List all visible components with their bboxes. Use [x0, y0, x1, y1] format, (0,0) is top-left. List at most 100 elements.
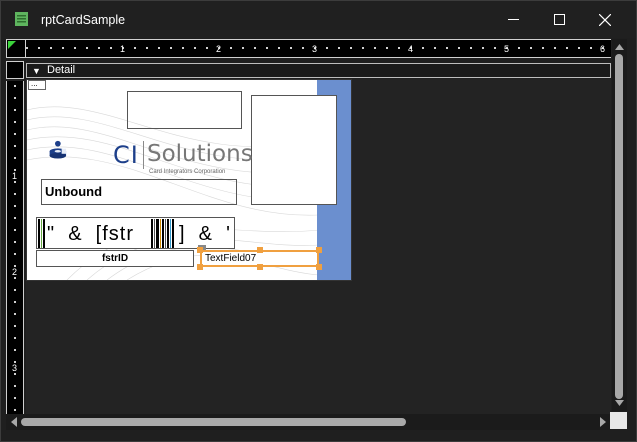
ruler-tick — [530, 47, 532, 49]
collapse-chevron-icon[interactable]: ▼ — [32, 66, 41, 76]
ci-solutions-logo-mark — [49, 140, 67, 159]
report-app-icon — [15, 12, 28, 26]
ruler-tick — [14, 301, 16, 303]
ruler-tick — [14, 325, 16, 327]
ruler-tick — [14, 337, 16, 339]
maximize-button[interactable] — [536, 1, 582, 38]
ruler-label: 3 — [12, 363, 17, 373]
unbound-text-field[interactable]: Unbound — [41, 179, 237, 205]
ruler-tick — [350, 47, 352, 49]
ruler-tick — [278, 47, 280, 49]
ruler-tick — [14, 157, 16, 159]
logo-text-solutions: Solutions — [147, 141, 253, 167]
ruler-tick — [14, 133, 16, 135]
ruler-label: 6 — [600, 44, 605, 54]
logo-tagline: Card Integrators Corporation — [149, 169, 226, 175]
ruler-label: 1 — [120, 44, 125, 54]
horizontal-scroll-thumb[interactable] — [21, 418, 406, 426]
logo-text-ci: CI — [113, 141, 139, 169]
photo-frame-box[interactable] — [251, 95, 337, 205]
scroll-up-icon[interactable] — [612, 41, 627, 53]
ruler-tick — [194, 47, 196, 49]
resize-handle-sw[interactable] — [197, 264, 203, 270]
ruler-tick — [422, 47, 424, 49]
report-designer-window: rptCardSample 123456 123 ▼ Detail CI Sol… — [0, 0, 637, 442]
barcode-expression-tail: ] & ' — [179, 223, 231, 245]
ruler-tick — [14, 241, 16, 243]
ruler-tick — [134, 47, 136, 49]
ruler-tick — [146, 47, 148, 49]
detail-section-header[interactable]: ▼ Detail — [26, 63, 611, 78]
ruler-tick — [14, 253, 16, 255]
scroll-down-icon[interactable] — [612, 397, 627, 409]
ruler-tick — [158, 47, 160, 49]
ruler-tick — [182, 47, 184, 49]
ruler-label: 1 — [12, 171, 17, 181]
ruler-tick — [326, 47, 328, 49]
vertical-scrollbar[interactable] — [612, 39, 627, 411]
ruler-tick — [26, 47, 28, 49]
canvas-options-tab[interactable]: ... — [28, 80, 46, 90]
ruler-tick — [434, 47, 436, 49]
barcode-expression-text: " & [fstr — [47, 223, 134, 245]
ruler-tick — [482, 47, 484, 49]
ruler-tick — [494, 47, 496, 49]
ruler-tick — [542, 47, 544, 49]
ruler-tick — [290, 47, 292, 49]
ruler-tick — [14, 289, 16, 291]
resize-handle-se[interactable] — [316, 264, 322, 270]
resize-handle-nw[interactable] — [197, 247, 203, 253]
ruler-tick — [38, 47, 40, 49]
ruler-corner-button[interactable] — [6, 39, 26, 58]
vertical-ruler-section-handle[interactable] — [6, 61, 24, 79]
close-icon — [599, 13, 611, 26]
ruler-tick — [446, 47, 448, 49]
ruler-tick — [590, 47, 592, 49]
ruler-tick — [14, 109, 16, 111]
ruler-tick — [14, 229, 16, 231]
ruler-label: 3 — [312, 44, 317, 54]
ruler-tick — [230, 47, 232, 49]
ruler-tick — [14, 97, 16, 99]
ruler-tick — [206, 47, 208, 49]
scroll-left-icon[interactable] — [8, 414, 20, 430]
scroll-right-icon[interactable] — [597, 414, 609, 430]
ruler-tick — [458, 47, 460, 49]
section-label: Detail — [47, 64, 76, 76]
ruler-tick — [242, 47, 244, 49]
ruler-tick — [398, 47, 400, 49]
ruler-tick — [554, 47, 556, 49]
ruler-tick — [338, 47, 340, 49]
ruler-tick — [14, 409, 16, 411]
vertical-scroll-thumb[interactable] — [615, 54, 623, 399]
card-text-box-top[interactable] — [127, 91, 242, 129]
ruler-tick — [86, 47, 88, 49]
logo-divider — [143, 141, 144, 169]
horizontal-scrollbar[interactable] — [6, 414, 611, 430]
ruler-tick — [74, 47, 76, 49]
ruler-tick — [14, 145, 16, 147]
ruler-label: 2 — [12, 267, 17, 277]
ruler-tick — [470, 47, 472, 49]
ruler-tick — [518, 47, 520, 49]
minimize-button[interactable] — [490, 1, 536, 38]
minimize-icon — [507, 19, 519, 20]
ruler-tick — [254, 47, 256, 49]
resize-handle-ne[interactable] — [316, 247, 322, 253]
ruler-tick — [302, 47, 304, 49]
size-grip[interactable] — [610, 412, 627, 429]
ruler-tick — [266, 47, 268, 49]
ruler-tick — [374, 47, 376, 49]
resize-handle-s[interactable] — [257, 264, 263, 270]
ruler-tick — [14, 181, 16, 183]
fstrid-field[interactable]: fstrID — [36, 250, 194, 267]
ruler-tick — [14, 193, 16, 195]
resize-handle-n[interactable] — [257, 247, 263, 253]
ruler-label: 5 — [504, 44, 509, 54]
ruler-tick — [14, 205, 16, 207]
close-button[interactable] — [582, 1, 628, 38]
window-title: rptCardSample — [41, 13, 126, 27]
ruler-tick — [386, 47, 388, 49]
title-bar[interactable]: rptCardSample — [1, 1, 636, 38]
ruler-tick — [14, 385, 16, 387]
